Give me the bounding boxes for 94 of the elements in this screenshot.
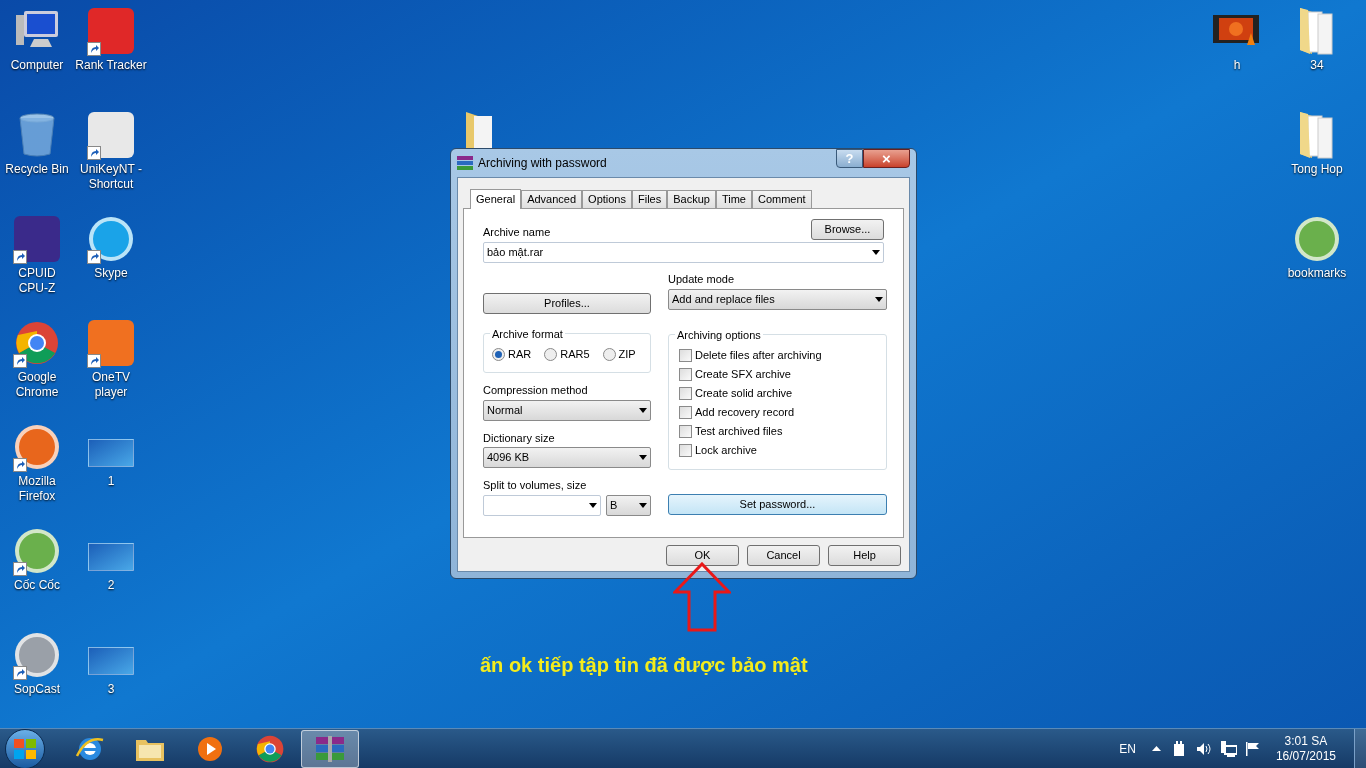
tab[interactable]: Time <box>715 190 752 208</box>
desktop-icon-label[interactable]: Skype <box>94 266 128 281</box>
folder-icon <box>1298 110 1336 160</box>
tab[interactable]: Files <box>632 190 668 208</box>
desktop-icon-label[interactable]: Cốc Cốc <box>14 578 60 593</box>
clock-date: 16/07/2015 <box>1275 748 1336 764</box>
tab[interactable]: Advanced <box>521 190 583 208</box>
network-icon[interactable] <box>1220 740 1237 757</box>
language-indicator[interactable]: EN <box>1119 739 1136 758</box>
set-password-button[interactable]: Set password... <box>668 493 887 515</box>
flag-icon[interactable] <box>1245 741 1260 756</box>
checkbox-label: Lock archive <box>695 443 757 459</box>
desktop-icon-label[interactable]: Mozilla Firefox <box>1 474 73 504</box>
browser-icon <box>15 321 59 365</box>
taskbar-button[interactable] <box>301 729 359 768</box>
dialog-button[interactable]: Cancel <box>747 545 820 566</box>
desktop-icon-label[interactable]: Computer <box>10 58 64 73</box>
desktop-icon-label[interactable]: 2 <box>107 578 115 593</box>
field-label: Archive name <box>483 224 551 240</box>
field-label: Split to volumes, size <box>483 478 588 493</box>
window-title: Archiving with password <box>478 155 608 172</box>
field-label: Dictionary size <box>483 430 556 446</box>
desktop-icon-label[interactable]: OneTV player <box>75 370 147 400</box>
screenshot-thumbnail <box>88 647 134 675</box>
checkbox[interactable] <box>679 406 692 419</box>
radio-button[interactable] <box>602 348 616 361</box>
desktop-icon-label[interactable]: UniKeyNT - Shortcut <box>75 162 147 192</box>
size-unit-dropdown[interactable]: B <box>606 494 651 516</box>
dropdown-caret-icon <box>639 407 647 413</box>
radio-button[interactable] <box>544 348 558 361</box>
screenshot-thumbnail <box>88 543 134 571</box>
desktop-icon-label[interactable]: Rank Tracker <box>75 58 147 73</box>
desktop-icon-label[interactable]: SopCast <box>14 682 60 697</box>
screenshot-thumbnail <box>88 439 134 467</box>
field-label: Update mode <box>668 272 736 287</box>
checkbox[interactable] <box>679 425 692 438</box>
desktop-icon-label[interactable]: bookmarks <box>1287 266 1347 281</box>
tab[interactable]: General <box>470 189 522 209</box>
checkbox-label: Add recovery record <box>695 405 795 421</box>
radio-label: ZIP <box>618 347 636 363</box>
archive-books-icon <box>316 735 344 762</box>
start-button[interactable] <box>5 728 45 768</box>
media-player-icon <box>196 734 224 763</box>
checkbox-label: Test archived files <box>695 424 783 440</box>
checkbox[interactable] <box>679 349 692 362</box>
radio-button[interactable] <box>492 348 505 361</box>
tab[interactable]: Backup <box>667 190 716 208</box>
chevron-up-icon[interactable] <box>1151 746 1161 751</box>
trash-bin-icon <box>17 112 57 158</box>
video-file-icon <box>1213 15 1261 47</box>
clock-time: 3:01 SA <box>1284 733 1328 749</box>
dropdown-caret-icon <box>875 296 883 302</box>
clock[interactable]: 3:01 SA 16/07/2015 <box>1275 733 1336 764</box>
tab[interactable]: Options <box>582 190 632 208</box>
checkbox[interactable] <box>679 368 692 381</box>
dialog-button[interactable]: OK <box>666 545 739 566</box>
radio-label: RAR5 <box>560 347 590 363</box>
dropdown-caret-icon <box>639 455 647 460</box>
dialog-button[interactable]: Help <box>828 545 901 566</box>
desktop-icon-label[interactable]: Tong Hop <box>1291 162 1343 177</box>
checkbox[interactable] <box>679 444 692 457</box>
checkbox-label: Create solid archive <box>695 386 793 402</box>
desktop-icon-label[interactable]: 34 <box>1310 58 1324 73</box>
checkbox-label: Delete files after archiving <box>695 348 822 364</box>
checkbox[interactable] <box>679 387 692 400</box>
radio-label: RAR <box>508 347 532 363</box>
dropdown-caret-icon <box>589 502 597 508</box>
speaker-icon[interactable] <box>1195 741 1212 756</box>
profiles-button[interactable]: Profiles... <box>483 293 651 314</box>
desktop-icon-label[interactable]: 3 <box>107 682 115 697</box>
show-desktop-button[interactable] <box>1354 728 1366 768</box>
dictionary-size-dropdown[interactable]: 4096 KB <box>483 447 651 468</box>
windows-logo-icon <box>14 738 36 759</box>
caption-text: ấn ok tiếp tập tin đã được bảo mật <box>480 653 808 678</box>
checkbox-label: Create SFX archive <box>695 367 791 383</box>
desktop-icon-label[interactable]: 1 <box>107 474 115 489</box>
desktop-icon-label[interactable]: Google Chrome <box>1 370 73 400</box>
archive-books-icon <box>457 155 473 171</box>
browse-button[interactable]: Browse... <box>811 219 884 240</box>
desktop-icon-label[interactable]: CPUID CPU-Z <box>1 266 73 296</box>
update-mode-dropdown[interactable]: Add and replace files <box>668 288 887 310</box>
split-size-field[interactable] <box>483 494 601 516</box>
browser-icon <box>256 734 284 763</box>
power-plug-icon[interactable] <box>1172 740 1187 757</box>
desktop-icon-label[interactable]: Recycle Bin <box>5 162 69 177</box>
desktop-icon-label[interactable]: h <box>1233 58 1241 73</box>
up-arrow-drawing <box>673 562 731 632</box>
compression-method-dropdown[interactable]: Normal <box>483 399 651 421</box>
archive-name-field[interactable]: bảo mật.rar <box>483 242 884 263</box>
tab[interactable]: Comment <box>752 190 812 208</box>
dropdown-caret-icon <box>872 250 880 255</box>
folder-icon <box>1298 6 1336 56</box>
field-label: Compression method <box>483 383 589 398</box>
dropdown-caret-icon <box>639 502 647 508</box>
